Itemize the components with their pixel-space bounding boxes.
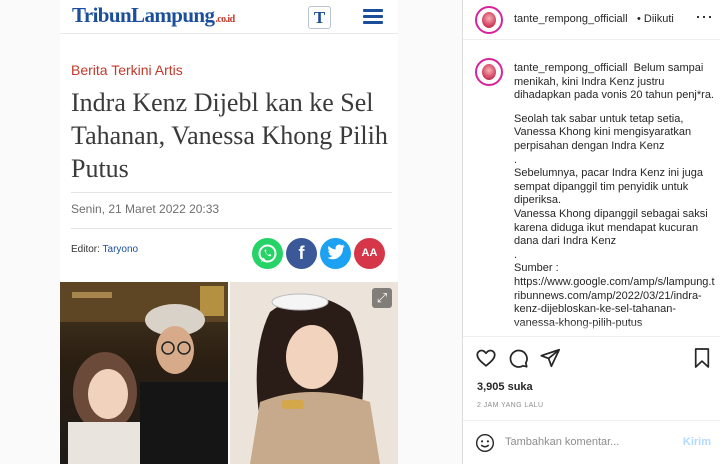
- article-screenshot: TribunLampung.co.id T Berita Terkini Art…: [60, 0, 398, 464]
- post-image[interactable]: TribunLampung.co.id T Berita Terkini Art…: [0, 0, 462, 464]
- article-date: Senin, 21 Maret 2022 20:33: [71, 202, 220, 216]
- bookmark-icon[interactable]: [693, 347, 711, 374]
- comment-bar: Kirim: [463, 420, 720, 464]
- twitter-icon: [320, 238, 351, 269]
- article-topbar: TribunLampung.co.id T: [60, 0, 398, 34]
- post-panel: tante_rempong_officiall • Diikuti ⋯ tant…: [462, 0, 720, 464]
- like-count[interactable]: 3,905 suka: [477, 381, 533, 393]
- hamburger-menu-icon: [363, 9, 383, 25]
- comment-bubble-icon[interactable]: [507, 347, 529, 374]
- photo-couple: [60, 282, 228, 464]
- article-editor: Editor: Taryono: [71, 244, 139, 255]
- caption-line: Seolah tak sabar untuk tetap setia, Vane…: [514, 112, 692, 152]
- divider: [71, 228, 392, 229]
- post-header: tante_rempong_officiall • Diikuti ⋯: [463, 0, 720, 40]
- article-kicker: Berita Terkini Artis: [71, 62, 183, 78]
- caption-line: .: [514, 153, 518, 166]
- header-username[interactable]: tante_rempong_officiall: [514, 13, 628, 25]
- font-size-icon: AA: [354, 238, 385, 269]
- whatsapp-icon: [252, 238, 283, 269]
- post-actions: [463, 336, 720, 376]
- follow-status[interactable]: • Diikuti: [637, 13, 674, 25]
- facebook-icon: f: [286, 238, 317, 269]
- caption-gap: [514, 103, 716, 113]
- caption-username[interactable]: tante_rempong_officiall: [514, 62, 628, 74]
- tribun-lampung-logo: TribunLampung.co.id: [72, 3, 235, 27]
- send-comment-button[interactable]: Kirim: [683, 436, 711, 448]
- post-caption: tante_rempong_officiall Belum sampai men…: [514, 62, 716, 335]
- caption-line: .: [514, 248, 518, 261]
- caption-fade: [514, 322, 716, 336]
- tribun-t-icon: T: [308, 6, 331, 29]
- caption-avatar[interactable]: [475, 58, 503, 86]
- post-timestamp[interactable]: 2 JAM YANG LALU: [477, 402, 543, 409]
- caption-line: Sebelumnya, pacar Indra Kenz ini juga se…: [514, 167, 703, 207]
- caption-line: Sumber :: [514, 262, 559, 275]
- article-headline: Indra Kenz Dijebl kan ke Sel Tahanan, Va…: [71, 88, 388, 183]
- expand-icon[interactable]: ⤢: [372, 288, 392, 308]
- share-send-icon[interactable]: [539, 347, 561, 374]
- caption-line: Vanessa Khong dipanggil sebagai saksi ka…: [514, 207, 708, 248]
- emoji-icon[interactable]: [475, 433, 495, 458]
- avatar[interactable]: [475, 6, 503, 34]
- photo-woman: ⤢: [230, 282, 398, 464]
- divider: [71, 192, 392, 193]
- more-options-icon[interactable]: ⋯: [695, 7, 714, 28]
- like-heart-icon[interactable]: [475, 347, 497, 374]
- comment-input[interactable]: [505, 436, 665, 448]
